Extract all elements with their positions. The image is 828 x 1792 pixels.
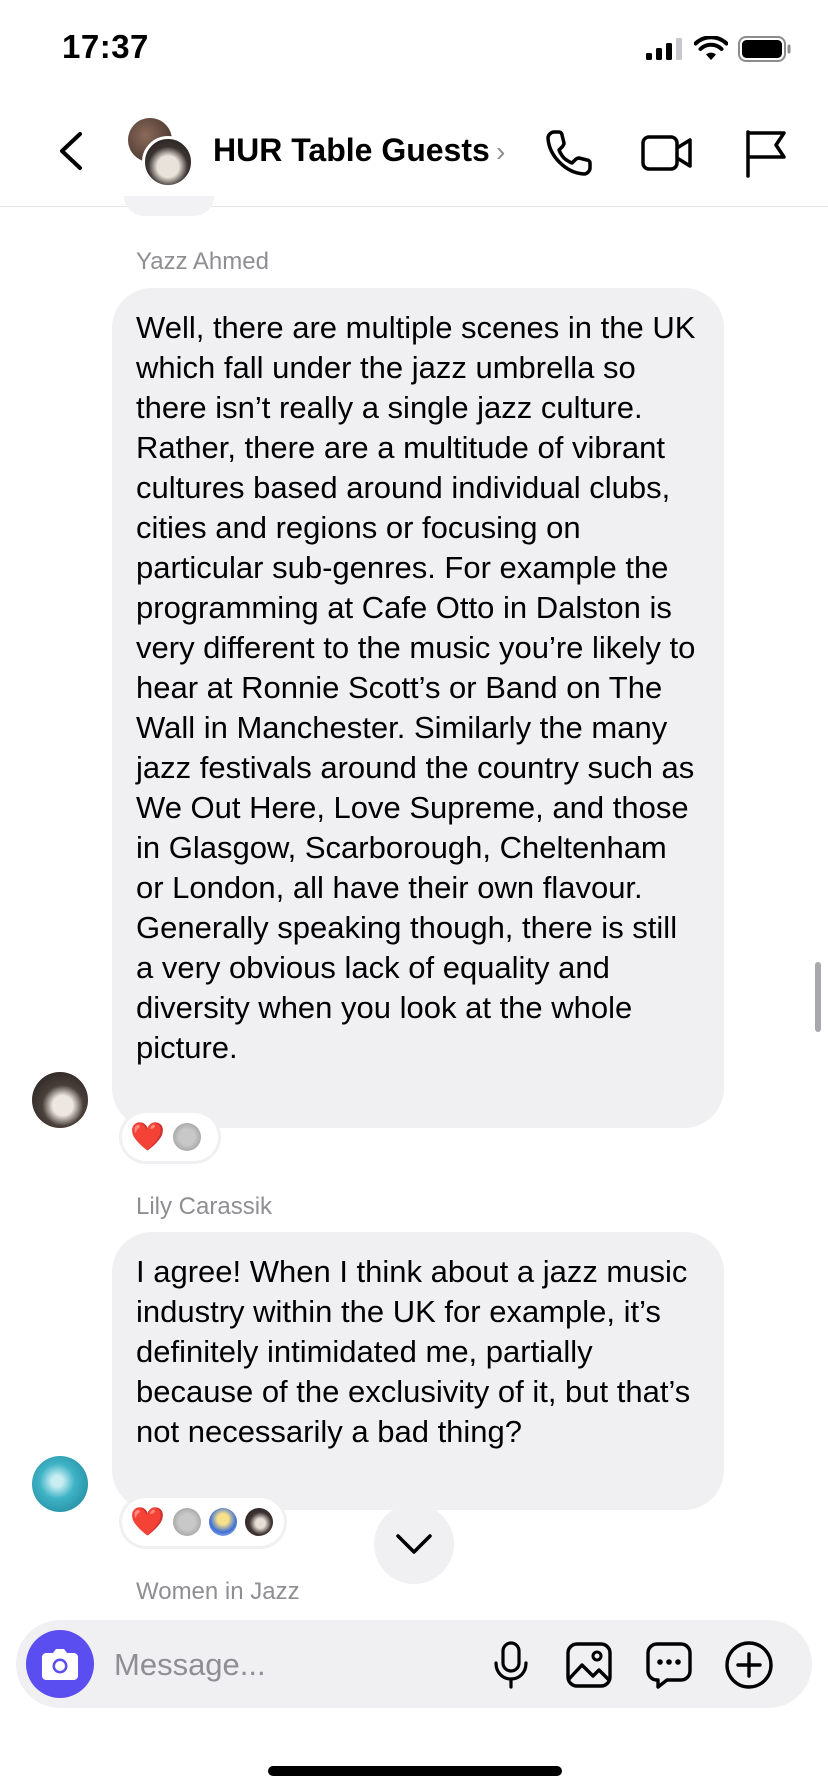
camera-icon <box>42 1649 78 1680</box>
voice-message-button[interactable] <box>484 1638 538 1692</box>
video-call-button[interactable] <box>640 126 694 180</box>
wifi-icon <box>694 36 728 60</box>
chevron-right-icon: › <box>496 136 506 167</box>
heart-reaction: ❤️ <box>130 1506 165 1537</box>
reactor-avatar <box>172 1508 201 1536</box>
group-avatar[interactable] <box>128 118 194 188</box>
back-button[interactable] <box>48 126 98 176</box>
chat-bubble-icon <box>646 1642 692 1689</box>
reactor-avatar <box>244 1508 273 1536</box>
battery-icon <box>738 36 791 62</box>
avatar[interactable] <box>32 1072 88 1128</box>
message-bubble[interactable]: I agree! When I think about a jazz music… <box>112 1232 724 1510</box>
status-icons <box>646 36 792 62</box>
gallery-button[interactable] <box>562 1638 616 1692</box>
message-input[interactable] <box>112 1640 476 1690</box>
sticker-button[interactable] <box>642 1638 696 1692</box>
image-gallery-icon <box>566 1642 612 1688</box>
video-call-icon <box>641 135 692 171</box>
message-reactions[interactable]: ❤️ <box>122 1113 218 1161</box>
message-reactions[interactable]: ❤️ <box>122 1498 284 1546</box>
message-bubble[interactable]: Well, there are multiple scenes in the U… <box>112 288 724 1128</box>
plus-circle-icon <box>725 1641 773 1689</box>
member-avatar <box>142 136 194 188</box>
flag-icon <box>746 130 786 178</box>
report-button[interactable] <box>738 126 792 180</box>
chat-header: HUR Table Guests › <box>0 100 828 207</box>
previous-reactions-stub <box>124 196 214 216</box>
avatar[interactable] <box>32 1456 88 1512</box>
scroll-to-bottom-button[interactable] <box>374 1504 454 1584</box>
cellular-signal-icon <box>646 38 682 60</box>
call-button[interactable] <box>542 126 596 180</box>
sender-name: Yazz Ahmed <box>136 248 269 275</box>
heart-reaction: ❤️ <box>130 1121 165 1152</box>
sender-name: Women in Jazz <box>136 1578 300 1605</box>
reactor-avatar <box>208 1508 237 1536</box>
more-options-button[interactable] <box>722 1638 776 1692</box>
phone-icon <box>546 130 592 176</box>
scrollbar[interactable] <box>815 962 821 1032</box>
home-indicator[interactable] <box>268 1766 562 1776</box>
back-chevron-icon <box>60 132 82 170</box>
status-time: 17:37 <box>62 28 149 65</box>
chevron-down-icon <box>396 1534 432 1554</box>
message-composer <box>16 1620 812 1708</box>
status-bar: 17:37 <box>0 0 828 100</box>
microphone-icon <box>494 1641 528 1689</box>
sender-name: Lily Carassik <box>136 1193 273 1220</box>
group-title[interactable]: HUR Table Guests <box>213 132 490 169</box>
reactor-avatar <box>172 1123 201 1151</box>
camera-button[interactable] <box>26 1630 94 1698</box>
